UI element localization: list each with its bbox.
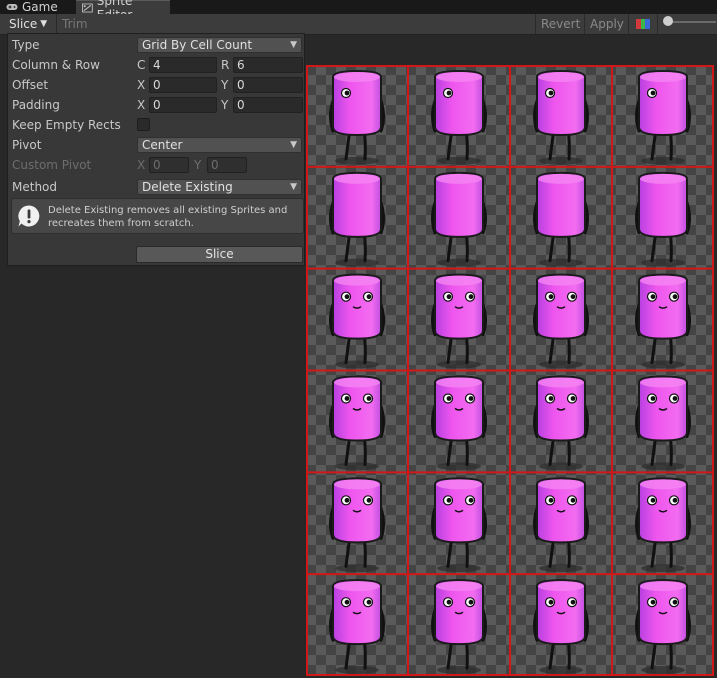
rows-field[interactable]: 6 [233,57,303,73]
padding-y-field[interactable]: 0 [233,97,303,113]
gamepad-icon [6,4,18,10]
revert-button[interactable]: Revert [535,14,585,34]
sprite-sheet-grid [306,65,714,676]
type-dropdown-value: Grid By Cell Count [142,38,253,52]
slice-menu-label: Slice [9,17,38,31]
tab-sprite-editor[interactable]: Sprite Editor [76,0,170,22]
offset-y-field[interactable]: 0 [233,77,303,93]
method-dropdown-value: Delete Existing [142,180,233,194]
columns-field[interactable]: 4 [149,57,217,73]
method-label: Method [12,180,58,194]
tab-game-label: Game [22,0,58,14]
method-help-text: Delete Existing removes all existing Spr… [48,205,288,229]
column-row-label: Column & Row [12,58,100,72]
column-axis-label: C [137,58,146,72]
sprite-editor-icon [82,3,93,12]
type-label: Type [12,38,40,52]
slice-menu-button[interactable]: Slice ▼ [4,14,52,34]
padding-x-axis-label: X [137,98,146,112]
pivot-dropdown[interactable]: Center ▼ [137,137,302,153]
custom-pivot-label: Custom Pivot [12,158,92,172]
method-dropdown[interactable]: Delete Existing ▼ [137,179,302,195]
tab-game[interactable]: Game [0,0,72,14]
keep-empty-rects-label: Keep Empty Rects [12,118,121,132]
editor-toolbar: Slice ▼ Trim Revert Apply [0,14,717,35]
custom-pivot-y-field: 0 [207,157,247,173]
padding-label: Padding [12,98,60,112]
slice-button[interactable]: Slice [136,246,303,263]
offset-x-axis-label: X [137,78,146,92]
pivot-dropdown-value: Center [142,138,183,152]
offset-label: Offset [12,78,49,92]
dropdown-arrow-icon: ▼ [290,182,297,192]
keep-empty-rects-checkbox[interactable] [137,118,150,131]
padding-y-axis-label: Y [221,98,229,112]
pivot-label: Pivot [12,138,42,152]
rgb-channels-icon [636,19,650,29]
offset-x-field[interactable]: 0 [149,77,217,93]
method-help-box: Delete Existing removes all existing Spr… [11,198,304,234]
sprite-sheet-canvas[interactable] [306,65,714,676]
caret-down-icon: ▼ [40,19,48,29]
slice-settings-panel: Type Grid By Cell Count ▼ Column & Row C… [7,33,305,266]
zoom-slider-handle[interactable] [663,16,673,26]
info-icon [18,205,40,227]
color-channel-toggle[interactable] [628,14,658,34]
custom-pivot-y-axis-label: Y [194,158,202,172]
apply-button[interactable]: Apply [584,14,629,34]
type-dropdown[interactable]: Grid By Cell Count ▼ [137,37,302,53]
padding-x-field[interactable]: 0 [149,97,217,113]
offset-y-axis-label: Y [221,78,229,92]
dropdown-arrow-icon: ▼ [290,40,297,50]
tab-strip: Game Sprite Editor [0,0,717,22]
custom-pivot-x-axis-label: X [137,158,146,172]
dropdown-arrow-icon: ▼ [290,140,297,150]
custom-pivot-x-field: 0 [149,157,189,173]
trim-button[interactable]: Trim [56,14,93,34]
row-axis-label: R [221,58,230,72]
